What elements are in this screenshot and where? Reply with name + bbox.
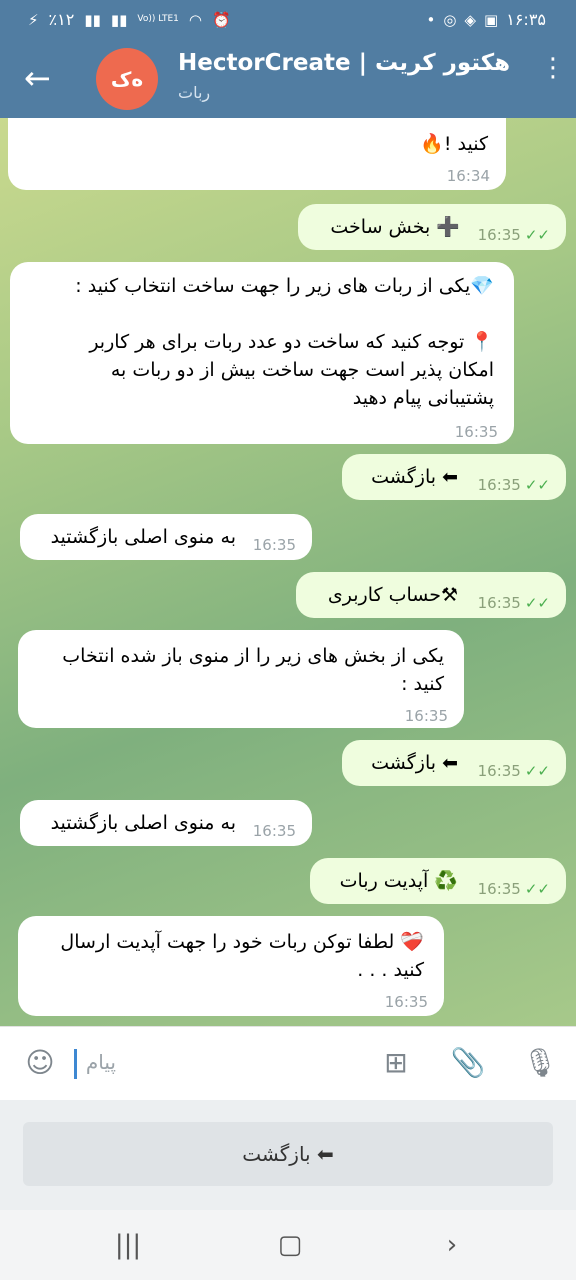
message-input-bar: ☺ پیام ⊞ 📎 🎙 bbox=[0, 1026, 576, 1100]
message-incoming[interactable]: 💎یکی از ربات های زیر را جهت ساخت انتخاب … bbox=[10, 262, 514, 444]
bot-keyboard: ⬅ بازگشت bbox=[0, 1100, 576, 1210]
message-time: 16:35 bbox=[454, 423, 498, 441]
read-ticks-icon: ✓✓ bbox=[524, 226, 550, 244]
message-incoming[interactable]: به منوی اصلی بازگشتید 16:35 bbox=[20, 514, 312, 560]
network-label: Vo)) LTE1 bbox=[137, 14, 179, 24]
message-outgoing[interactable]: ➕ بخش ساخت 16:35 ✓✓ bbox=[298, 204, 566, 250]
message-time: 16:35 ✓✓ bbox=[477, 594, 550, 612]
read-ticks-icon: ✓✓ bbox=[524, 762, 550, 780]
read-ticks-icon: ✓✓ bbox=[524, 594, 550, 612]
status-bar: ⚡ ٪۱۲ ▮▮ ▮▮ Vo)) LTE1 ◠ ⏰ • ◎ ◈ ▣ ۱۶:۳۵ bbox=[0, 0, 576, 40]
message-input[interactable]: پیام bbox=[86, 1050, 116, 1074]
app-icon: ◈ bbox=[464, 10, 477, 29]
whatsapp-icon: ◎ bbox=[443, 10, 457, 29]
microphone-icon[interactable]: 🎙 bbox=[520, 1043, 560, 1083]
message-text: به منوی اصلی بازگشتید bbox=[50, 812, 236, 834]
message-text: ⬅ بازگشت bbox=[371, 466, 458, 488]
message-incoming[interactable]: به منوی اصلی بازگشتید 16:35 bbox=[20, 800, 312, 846]
keyboard-back-button[interactable]: ⬅ بازگشت bbox=[23, 1122, 553, 1186]
system-nav-bar: ||| ▢ › bbox=[0, 1210, 576, 1280]
wifi-icon: ◠ bbox=[188, 10, 202, 29]
signal-icon: ▮▮ bbox=[84, 10, 101, 29]
emoji-icon[interactable]: ☺ bbox=[20, 1043, 60, 1083]
recent-apps-icon[interactable]: ||| bbox=[110, 1228, 146, 1262]
message-line: کنید : bbox=[401, 673, 444, 695]
text-cursor bbox=[74, 1049, 77, 1079]
message-line: 💎یکی از ربات های زیر را جهت ساخت انتخاب … bbox=[75, 275, 494, 297]
chat-area[interactable]: کنید !🔥 16:34 ➕ بخش ساخت 16:35 ✓✓ 💎یکی از… bbox=[0, 118, 576, 1026]
message-incoming[interactable]: ❤️‍🩹 لطفا توکن ربات خود را جهت آپدیت ارس… bbox=[18, 916, 444, 1016]
more-menu-icon[interactable]: ⋮ bbox=[540, 55, 566, 96]
message-time: 16:35 ✓✓ bbox=[477, 880, 550, 898]
message-text: کنید !🔥 bbox=[420, 133, 488, 155]
message-line: 📍 توجه کنید که ساخت دو عدد ربات برای هر … bbox=[89, 331, 494, 353]
message-time: 16:35 ✓✓ bbox=[477, 762, 550, 780]
message-time: 16:35 bbox=[404, 707, 448, 725]
avatar[interactable]: ه‌ک bbox=[96, 48, 158, 110]
chat-title[interactable]: HectorCreate | هکتور کریت bbox=[178, 50, 510, 76]
back-nav-icon[interactable]: › bbox=[434, 1228, 470, 1262]
alarm-icon: ⏰ bbox=[212, 10, 231, 29]
message-incoming[interactable]: کنید !🔥 16:34 bbox=[8, 118, 506, 190]
message-text: به منوی اصلی بازگشتید bbox=[50, 526, 236, 548]
message-outgoing[interactable]: ⚒حساب کاربری 16:35 ✓✓ bbox=[296, 572, 566, 618]
message-outgoing[interactable]: ⬅ بازگشت 16:35 ✓✓ bbox=[342, 454, 566, 500]
message-line: پشتیبانی پیام دهید bbox=[352, 387, 494, 409]
bot-commands-icon[interactable]: ⊞ bbox=[376, 1043, 416, 1083]
message-time: 16:35 bbox=[252, 822, 296, 840]
clock: ۱۶:۳۵ bbox=[506, 10, 546, 29]
battery-icon: ⚡ bbox=[28, 10, 39, 29]
message-text: ➕ بخش ساخت bbox=[330, 216, 460, 238]
chat-header: ← ه‌ک HectorCreate | هکتور کریت ربات ⋮ bbox=[0, 40, 576, 118]
message-outgoing[interactable]: ⬅ بازگشت 16:35 ✓✓ bbox=[342, 740, 566, 786]
message-line: یکی از بخش های زیر را از منوی باز شده ان… bbox=[62, 645, 444, 667]
message-line: ❤️‍🩹 لطفا توکن ربات خود را جهت آپدیت ارس… bbox=[60, 931, 424, 953]
notification-dot-icon: • bbox=[426, 10, 436, 29]
home-icon[interactable]: ▢ bbox=[272, 1228, 308, 1262]
message-text: ⬅ بازگشت bbox=[371, 752, 458, 774]
message-text: ⚒حساب کاربری bbox=[327, 584, 458, 606]
message-time: 16:35 ✓✓ bbox=[477, 476, 550, 494]
back-arrow-icon[interactable]: ← bbox=[24, 58, 60, 98]
battery-level: ٪۱۲ bbox=[48, 10, 75, 29]
message-incoming[interactable]: یکی از بخش های زیر را از منوی باز شده ان… bbox=[18, 630, 464, 728]
message-time: 16:35 bbox=[384, 993, 428, 1011]
message-line: امکان پذیر است جهت ساخت بیش از دو ربات ب… bbox=[110, 359, 494, 381]
read-ticks-icon: ✓✓ bbox=[524, 476, 550, 494]
message-time: 16:34 bbox=[446, 167, 490, 185]
message-text: ♻️ آپدیت ربات bbox=[339, 870, 458, 892]
message-time: 16:35 ✓✓ bbox=[477, 226, 550, 244]
attach-icon[interactable]: 📎 bbox=[448, 1043, 488, 1083]
signal-icon-2: ▮▮ bbox=[110, 10, 128, 29]
message-line: کنید . . . bbox=[357, 959, 424, 981]
message-time: 16:35 bbox=[252, 536, 296, 554]
message-outgoing[interactable]: ♻️ آپدیت ربات 16:35 ✓✓ bbox=[310, 858, 566, 904]
read-ticks-icon: ✓✓ bbox=[524, 880, 550, 898]
gallery-icon: ▣ bbox=[484, 10, 499, 29]
chat-subtitle: ربات bbox=[178, 83, 211, 102]
